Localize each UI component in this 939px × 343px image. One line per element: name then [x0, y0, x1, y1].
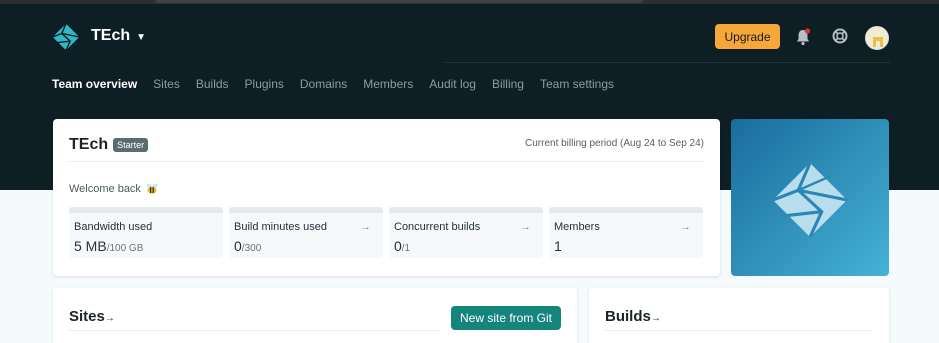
welcome-text: Welcome back	[69, 182, 141, 195]
arrow-right-icon: →	[520, 221, 531, 233]
nav-billing[interactable]: Billing	[492, 77, 524, 91]
stat-label: Members	[554, 221, 600, 233]
browser-bar	[155, 0, 643, 3]
sites-title[interactable]: Sites→	[69, 308, 115, 325]
bell-icon[interactable]	[795, 28, 811, 46]
header-divider	[445, 62, 890, 63]
arrow-right-icon: →	[360, 221, 371, 233]
nav-team-settings[interactable]: Team settings	[540, 77, 614, 91]
nav-team-overview[interactable]: Team overview	[52, 77, 137, 91]
nav-members[interactable]: Members	[363, 77, 413, 91]
team-card-title: TEch Starter	[69, 136, 149, 154]
arrow-right-icon: →	[680, 221, 691, 233]
usage-stats: Bandwidth used 5 MB/100 GB Build minutes…	[69, 207, 703, 258]
team-name: TEch	[91, 27, 131, 44]
nav-audit-log[interactable]: Audit log	[429, 77, 476, 91]
sites-card: Sites→ New site from Git	[53, 288, 577, 343]
netlify-logo-icon[interactable]	[52, 23, 80, 51]
nav-sites[interactable]: Sites	[153, 77, 180, 91]
stat-label: Concurrent builds	[394, 221, 481, 233]
stat-value: 0/300	[234, 238, 262, 254]
new-site-from-git-button[interactable]: New site from Git	[451, 306, 561, 330]
stat-label: Bandwidth used	[74, 221, 153, 233]
builds-divider	[605, 330, 873, 331]
upgrade-button[interactable]: Upgrade	[715, 24, 780, 49]
stat-value: 0/1	[394, 238, 411, 254]
stat-build-minutes[interactable]: Build minutes used → 0/300	[229, 207, 383, 258]
avatar[interactable]	[865, 26, 889, 50]
lifebuoy-icon[interactable]	[832, 28, 848, 44]
stat-bandwidth[interactable]: Bandwidth used 5 MB/100 GB	[69, 207, 223, 258]
team-nav: Team overview Sites Builds Plugins Domai…	[52, 77, 630, 91]
plan-badge: Starter	[113, 138, 149, 152]
hero-logo-panel	[731, 119, 889, 276]
sites-divider	[69, 330, 441, 331]
avatar-image	[873, 37, 883, 47]
team-overview-card: TEch Starter Current billing period (Aug…	[53, 119, 720, 276]
billing-period: Current billing period (Aug 24 to Sep 24…	[525, 138, 704, 149]
bee-icon	[146, 183, 158, 194]
team-title: TEch	[69, 136, 109, 153]
nav-plugins[interactable]: Plugins	[245, 77, 284, 91]
builds-title[interactable]: Builds→	[605, 308, 661, 325]
stat-members[interactable]: Members → 1	[549, 207, 703, 258]
team-switcher[interactable]: TEch ▼	[91, 27, 146, 45]
arrow-right-icon: →	[650, 313, 661, 324]
arrow-right-icon: →	[104, 313, 115, 324]
netlify-logo-icon	[772, 162, 848, 238]
welcome-message: Welcome back	[69, 182, 159, 195]
builds-card: Builds→	[589, 288, 889, 343]
nav-domains[interactable]: Domains	[300, 77, 347, 91]
chevron-down-icon: ▼	[136, 32, 147, 43]
stat-label: Build minutes used	[234, 221, 327, 233]
nav-builds[interactable]: Builds	[196, 77, 229, 91]
stat-concurrent-builds[interactable]: Concurrent builds → 0/1	[389, 207, 543, 258]
stat-value: 5 MB/100 GB	[74, 238, 144, 254]
stat-value: 1	[554, 238, 562, 254]
card-divider	[69, 161, 704, 162]
